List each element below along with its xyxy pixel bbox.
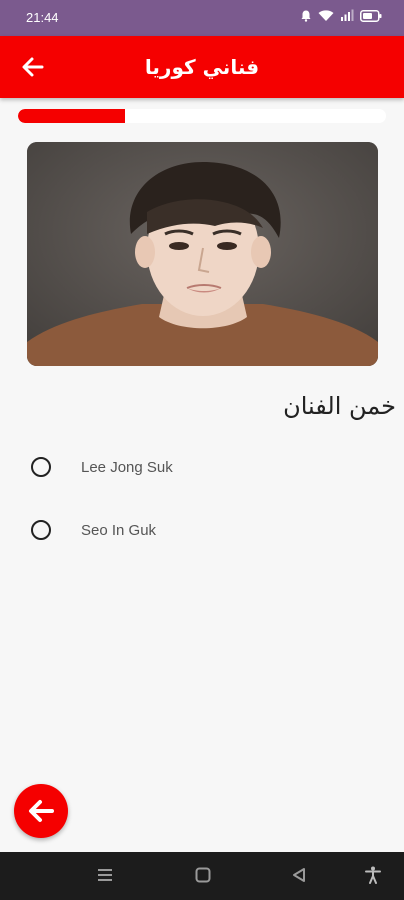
option-label: Seo In Guk [81,521,157,539]
status-time: 21:44 [26,10,59,25]
radio-button[interactable] [31,520,51,540]
arrow-left-icon [29,800,54,822]
status-bar: 21:44 [0,0,404,36]
signal-icon [341,9,354,21]
question-text: خمن الفنان [283,392,396,420]
battery-icon [360,9,382,22]
option-label: Lee Jong Suk [81,458,173,476]
back-triangle-icon[interactable] [290,866,308,884]
app-bar: فناني كوريا [0,36,404,98]
menu-icon[interactable] [96,866,114,884]
artist-photo [27,142,378,366]
radio-button[interactable] [31,457,51,477]
home-icon[interactable] [194,866,212,884]
wifi-icon [318,10,334,21]
system-nav-bar [0,852,404,900]
status-icons [300,9,382,22]
alarm-icon [301,10,311,22]
accessibility-icon[interactable] [364,866,382,884]
progress-bar [18,109,386,123]
back-button[interactable] [14,784,68,838]
app-title: فناني كوريا [144,55,260,79]
option-seo-in-guk[interactable]: Seo In Guk [30,513,370,547]
progress-fill [18,109,125,123]
artist-portrait-image [27,142,378,366]
option-lee-jong-suk[interactable]: Lee Jong Suk [30,450,370,484]
